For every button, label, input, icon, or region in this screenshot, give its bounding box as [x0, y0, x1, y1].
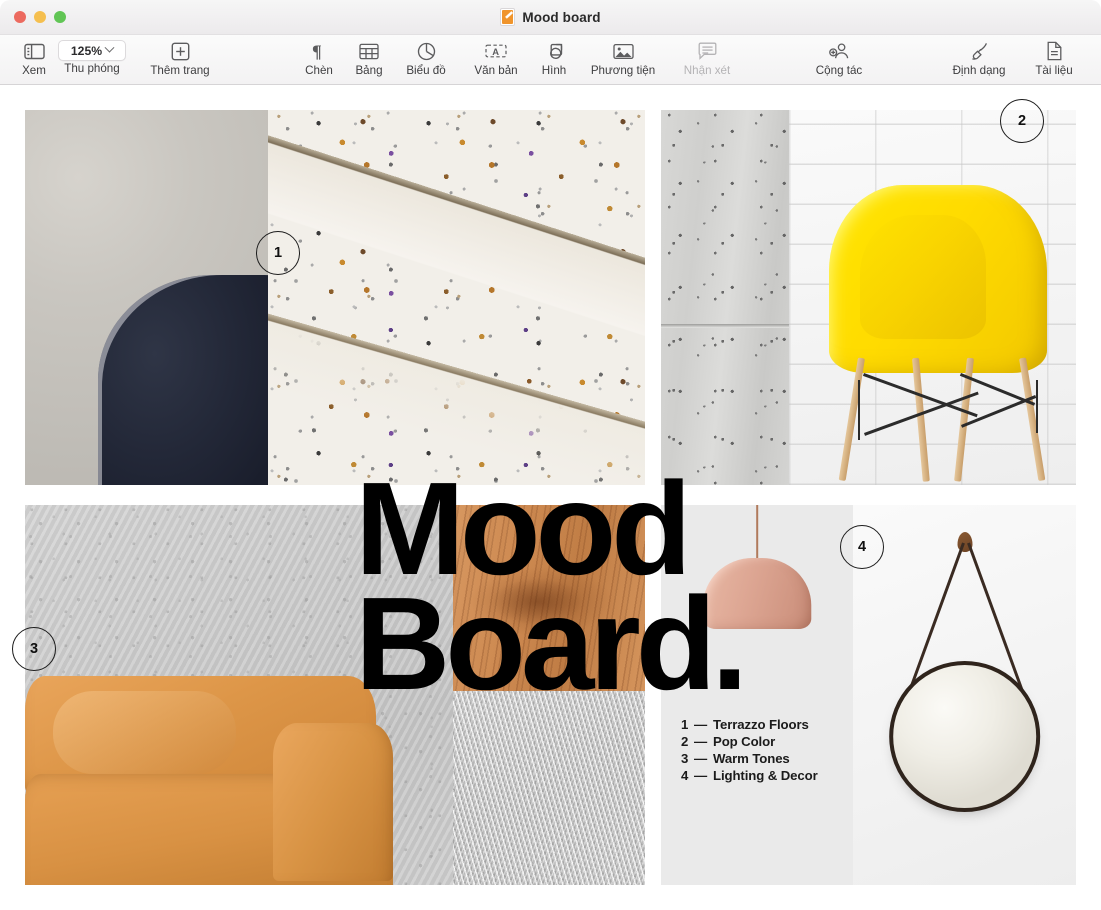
toolbar-item-media[interactable]: Phương tiện — [575, 35, 671, 77]
callout-badge-1[interactable]: 1 — [256, 231, 300, 275]
photo-fur-rug[interactable] — [453, 691, 645, 885]
photo-round-mirror[interactable] — [853, 505, 1076, 885]
maximize-button[interactable] — [54, 11, 66, 23]
collaborate-icon — [828, 39, 850, 63]
document-canvas[interactable]: 1 — Terrazzo Floors 2 — Pop Color 3 — Wa… — [0, 85, 1101, 910]
table-icon — [359, 39, 379, 63]
toolbar-label-zoom: Thu phóng — [64, 62, 120, 75]
legend-dash: — — [694, 734, 708, 749]
legend-list: 1 — Terrazzo Floors 2 — Pop Color 3 — Wa… — [681, 717, 818, 783]
legend-dash: — — [694, 751, 708, 766]
shapes-icon — [545, 39, 564, 63]
toolbar-label-chart: Biểu đồ — [406, 64, 446, 77]
svg-text:¶: ¶ — [312, 42, 322, 61]
toolbar-label-view: Xem — [22, 64, 46, 77]
window-title-group: Mood board — [0, 8, 1101, 26]
traffic-light-group — [0, 11, 66, 23]
legend-dash: — — [694, 717, 708, 732]
toolbar-label-text: Văn bản — [474, 64, 518, 77]
legend-number: 4 — [681, 768, 689, 783]
toolbar-item-format[interactable]: Định dạng — [943, 35, 1015, 77]
document-icon — [1046, 39, 1063, 63]
toolbar-item-text[interactable]: A Văn bản — [463, 35, 529, 77]
toolbar-item-view[interactable]: Xem — [10, 35, 58, 77]
toolbar-label-table: Bảng — [355, 64, 383, 77]
toolbar-item-insert[interactable]: ¶ Chèn — [296, 35, 342, 78]
headline-line-2: Board. — [355, 569, 748, 717]
toolbar-item-add-page[interactable]: Thêm trang — [140, 35, 220, 77]
toolbar-item-comment[interactable]: Nhận xét — [672, 35, 742, 77]
chart-icon — [417, 39, 436, 63]
toolbar-label-shape: Hình — [541, 64, 567, 77]
toolbar-item-shape[interactable]: Hình — [531, 35, 577, 77]
toolbar-item-collaborate[interactable]: Cộng tác — [803, 35, 875, 77]
pilcrow-icon: ¶ — [311, 39, 327, 63]
legend-number: 1 — [681, 717, 689, 732]
keynote-window: Mood board Xem 125% Thu phóng Thêm trang… — [0, 0, 1101, 910]
callout-badge-3[interactable]: 3 — [12, 627, 56, 671]
legend-number: 2 — [681, 734, 689, 749]
mood-board-slide: 1 — Terrazzo Floors 2 — Pop Color 3 — Wa… — [25, 110, 1076, 885]
format-brush-icon — [969, 39, 989, 63]
toolbar-label-comment: Nhận xét — [683, 64, 731, 77]
toolbar-item-document[interactable]: Tài liệu — [1022, 35, 1086, 77]
legend-number: 3 — [681, 751, 689, 766]
callout-badge-3-number: 3 — [29, 641, 39, 657]
window-title: Mood board — [522, 9, 601, 25]
toolbar-label-document: Tài liệu — [1035, 64, 1073, 77]
comment-icon — [698, 39, 717, 63]
toolbar: Xem 125% Thu phóng Thêm trang ¶ Chèn Bản… — [0, 35, 1101, 85]
legend-label: Lighting & Decor — [713, 768, 818, 783]
toolbar-label-collaborate: Cộng tác — [815, 64, 863, 77]
toolbar-item-chart[interactable]: Biểu đồ — [396, 35, 456, 77]
legend-dash: — — [694, 768, 708, 783]
photo-dark-chair[interactable] — [25, 110, 268, 485]
textbox-icon: A — [485, 39, 507, 63]
callout-badge-1-number: 1 — [273, 245, 283, 261]
toolbar-label-format: Định dạng — [952, 64, 1006, 77]
page-title[interactable]: Mood Board. — [355, 463, 748, 717]
yellow-chair-seat — [829, 185, 1048, 373]
list-item: 4 — Lighting & Decor — [681, 768, 818, 783]
svg-text:A: A — [492, 46, 499, 57]
minimize-button[interactable] — [34, 11, 46, 23]
photo-yellow-chair[interactable] — [789, 110, 1076, 485]
add-page-icon — [171, 39, 190, 63]
photo-terrazzo[interactable] — [268, 110, 645, 485]
callout-badge-4-number: 4 — [857, 539, 867, 555]
callout-badge-2[interactable]: 2 — [1000, 99, 1044, 143]
pages-document-icon — [500, 8, 516, 26]
media-icon — [612, 39, 634, 63]
toolbar-item-zoom[interactable]: Thu phóng — [56, 35, 128, 75]
callout-badge-2-number: 2 — [1017, 113, 1027, 129]
photo-concrete[interactable] — [661, 110, 789, 485]
toolbar-label-insert: Chèn — [305, 64, 333, 77]
mirror-ring — [888, 660, 1041, 813]
toolbar-label-add-page: Thêm trang — [150, 64, 210, 77]
toolbar-item-table[interactable]: Bảng — [345, 35, 393, 77]
list-item: 1 — Terrazzo Floors — [681, 717, 818, 732]
list-item: 2 — Pop Color — [681, 734, 818, 749]
legend-label: Terrazzo Floors — [713, 717, 809, 732]
legend-label: Warm Tones — [713, 751, 790, 766]
title-bar: Mood board — [0, 0, 1101, 35]
callout-badge-4[interactable]: 4 — [840, 525, 884, 569]
sidebar-icon — [23, 39, 45, 63]
close-button[interactable] — [14, 11, 26, 23]
toolbar-label-media: Phương tiện — [590, 64, 656, 77]
legend-label: Pop Color — [713, 734, 776, 749]
list-item: 3 — Warm Tones — [681, 751, 818, 766]
